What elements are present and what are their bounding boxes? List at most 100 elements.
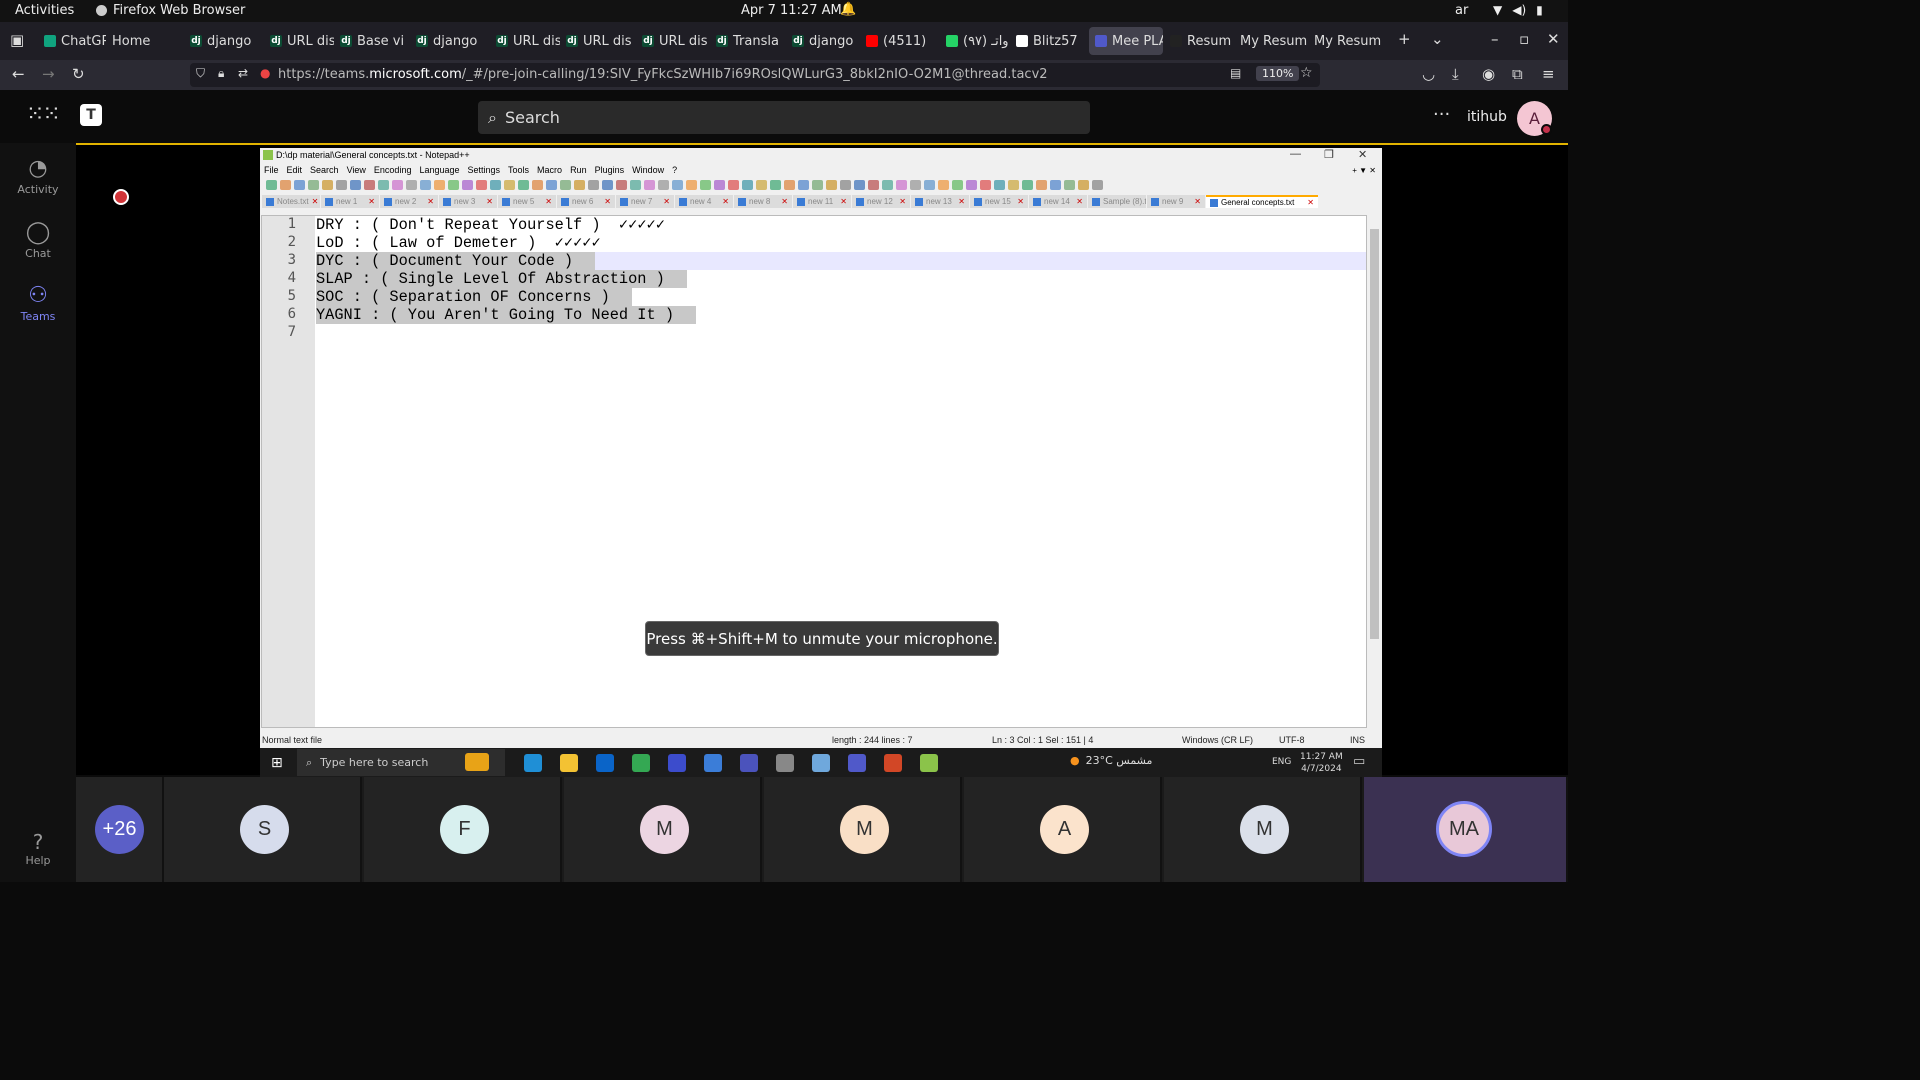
npp-file-tab[interactable]: new 14 ✕ [1029, 195, 1087, 208]
npp-menu-item[interactable]: Window [632, 165, 664, 175]
browser-tab[interactable]: Resum [1170, 27, 1236, 55]
npp-file-tab[interactable]: new 1 ✕ [321, 195, 379, 208]
npp-menu-item[interactable]: Macro [537, 165, 562, 175]
activities-button[interactable]: Activities [15, 3, 74, 18]
npp-toolbar-button-icon[interactable] [1078, 180, 1089, 190]
bookmark-star-icon[interactable]: ☆ [1300, 65, 1313, 81]
npp-toolbar-button-icon[interactable] [728, 180, 739, 190]
browser-tab[interactable]: Blitz57 [1016, 27, 1080, 55]
notepad-plus-plus-icon[interactable] [920, 754, 938, 772]
participant-tile[interactable]: MA [1364, 777, 1568, 882]
outlook-icon[interactable] [596, 754, 614, 772]
npp-toolbar-button-icon[interactable] [868, 180, 879, 190]
npp-toolbar-button-icon[interactable] [336, 180, 347, 190]
powerpoint-icon[interactable] [884, 754, 902, 772]
npp-menu-item[interactable]: Plugins [595, 165, 625, 175]
input-language-indicator[interactable]: ENG [1272, 757, 1291, 767]
intellij-icon[interactable] [668, 754, 686, 772]
npp-toolbar-button-icon[interactable] [574, 180, 585, 190]
browser-tab[interactable]: dj django [190, 27, 262, 55]
more-options-icon[interactable]: ··· [1433, 104, 1450, 125]
npp-toolbar-button-icon[interactable] [910, 180, 921, 190]
npp-toolbar-button-icon[interactable] [952, 180, 963, 190]
npp-toolbar-button-icon[interactable] [266, 180, 277, 190]
npp-toolbar-button-icon[interactable] [322, 180, 333, 190]
npp-close-tab-icon[interactable]: ✕ [486, 197, 493, 206]
browser-tab[interactable]: dj Transla [716, 27, 784, 55]
npp-file-tab[interactable]: new 2 ✕ [380, 195, 438, 208]
browser-tab[interactable]: Mee PLAY✕ [1089, 27, 1163, 55]
npp-toolbar-button-icon[interactable] [1092, 180, 1103, 190]
npp-toolbar-button-icon[interactable] [882, 180, 893, 190]
npp-toolbar-button-icon[interactable] [308, 180, 319, 190]
npp-toolbar-button-icon[interactable] [672, 180, 683, 190]
npp-close-tab-icon[interactable]: ✕ [604, 197, 611, 206]
zoom-level[interactable]: 110% [1256, 66, 1300, 81]
npp-close-tab-icon[interactable]: ✕ [312, 197, 319, 206]
vertical-scrollbar[interactable] [1368, 215, 1381, 728]
clock[interactable]: Apr 7 11:27 AM [741, 3, 842, 18]
npp-close-tab-icon[interactable]: ✕ [840, 197, 847, 206]
participant-tile[interactable]: M [1164, 777, 1362, 882]
npp-toolbar-button-icon[interactable] [434, 180, 445, 190]
extensions-icon[interactable]: ⧉ [1512, 65, 1523, 83]
npp-toolbar-button-icon[interactable] [658, 180, 669, 190]
npp-close-tab-icon[interactable]: ✕ [663, 197, 670, 206]
browser-tab[interactable]: My Resum [1314, 27, 1382, 55]
org-name[interactable]: itihub [1467, 109, 1507, 125]
close-window-icon[interactable]: ✕ [1547, 30, 1560, 48]
npp-close-tab-icon[interactable]: ✕ [1076, 197, 1083, 206]
npp-toolbar-button-icon[interactable] [924, 180, 935, 190]
list-tabs-icon[interactable]: ⌄ [1431, 30, 1444, 48]
forward-icon[interactable]: → [42, 65, 55, 83]
url-bar[interactable]: ⛉ 🔒︎ ⇄ ● https://teams.microsoft.com/_#/… [190, 63, 1320, 87]
npp-close-tab-icon[interactable]: ✕ [1307, 198, 1314, 207]
app-launcher-icon[interactable]: ⁙⁙ [26, 102, 61, 127]
browser-tab[interactable]: dj django [416, 27, 488, 55]
npp-close-tab-icon[interactable]: ✕ [722, 197, 729, 206]
npp-menu-item[interactable]: View [347, 165, 366, 175]
npp-menu-item[interactable]: ? [672, 165, 677, 175]
npp-file-tab[interactable]: new 4 ✕ [675, 195, 733, 208]
participant-tile[interactable]: F [364, 777, 562, 882]
teams-meeting-icon[interactable] [848, 754, 866, 772]
teams-icon[interactable] [740, 754, 758, 772]
npp-toolbar-button-icon[interactable] [476, 180, 487, 190]
npp-toolbar-button-icon[interactable] [756, 180, 767, 190]
npp-toolbar-button-icon[interactable] [518, 180, 529, 190]
npp-toolbar-button-icon[interactable] [378, 180, 389, 190]
npp-toolbar-button-icon[interactable] [490, 180, 501, 190]
npp-toolbar-button-icon[interactable] [896, 180, 907, 190]
windows-search-box[interactable]: ⌕ Type here to search [297, 749, 505, 776]
npp-file-tab[interactable]: new 7 ✕ [616, 195, 674, 208]
npp-toolbar-button-icon[interactable] [588, 180, 599, 190]
participant-tile[interactable]: S [164, 777, 362, 882]
npp-toolbar-button-icon[interactable] [1064, 180, 1075, 190]
npp-toolbar-button-icon[interactable] [350, 180, 361, 190]
system-tray[interactable]: ▼ ◀) ▮ [1493, 3, 1543, 17]
reload-icon[interactable]: ↻ [72, 65, 85, 83]
npp-toolbar-button-icon[interactable] [686, 180, 697, 190]
npp-close-tab-icon[interactable]: ✕ [781, 197, 788, 206]
minimize-icon[interactable]: – [1491, 30, 1499, 48]
browser-tab[interactable]: (٩٧) واتـ [946, 27, 1010, 55]
participant-tile[interactable]: M [564, 777, 762, 882]
npp-toolbar-button-icon[interactable] [994, 180, 1005, 190]
rail-item-teams[interactable]: ⚇ Teams [0, 283, 76, 323]
npp-toolbar-button-icon[interactable] [714, 180, 725, 190]
npp-toolbar-button-icon[interactable] [938, 180, 949, 190]
npp-toolbar-button-icon[interactable] [798, 180, 809, 190]
npp-close-tab-icon[interactable]: ✕ [545, 197, 552, 206]
rail-item-activity[interactable]: ◔ Activity [0, 156, 76, 196]
npp-file-tab[interactable]: new 9 ✕ [1147, 195, 1205, 208]
browser-tab[interactable]: (4511) [866, 27, 938, 55]
npp-menu-item[interactable]: Edit [287, 165, 303, 175]
npp-toolbar-button-icon[interactable] [420, 180, 431, 190]
permissions-icon[interactable]: ⇄ [238, 66, 248, 80]
npp-toolbar-button-icon[interactable] [546, 180, 557, 190]
npp-close-tab-icon[interactable]: ✕ [1194, 197, 1201, 206]
npp-toolbar-button-icon[interactable] [980, 180, 991, 190]
npp-menu-item[interactable]: Language [419, 165, 459, 175]
npp-file-tab[interactable]: new 13 ✕ [911, 195, 969, 208]
npp-menu-item[interactable]: Tools [508, 165, 529, 175]
